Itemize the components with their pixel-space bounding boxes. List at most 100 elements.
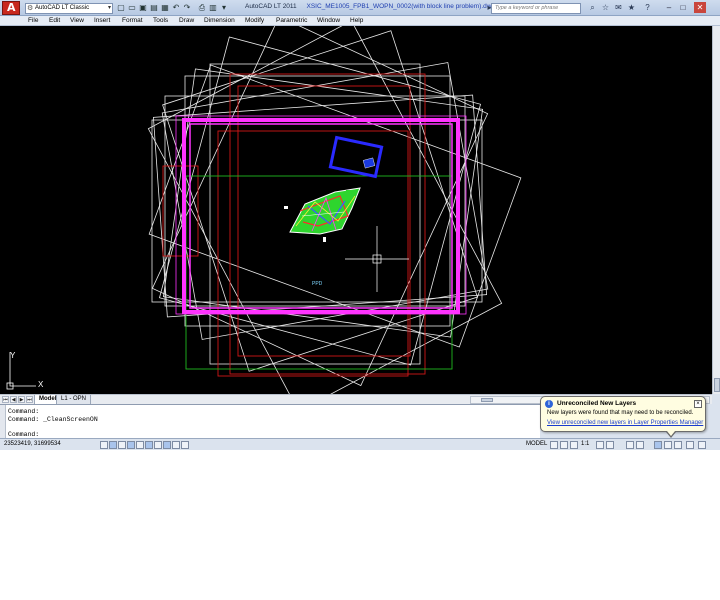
plot-icon[interactable]: ▦ [160,3,170,13]
lineweight-icon[interactable] [172,441,180,449]
print-icon[interactable]: ⎙ [197,3,207,13]
last-tab-icon[interactable]: ⏭ [26,396,33,403]
polar-icon[interactable] [127,441,135,449]
layer-properties-link[interactable]: View unreconciled new layers in Layer Pr… [547,420,703,426]
tray-settings-icon[interactable] [664,441,672,449]
prev-tab-icon[interactable]: ◀ [10,396,17,403]
chevron-down-icon: ▾ [107,5,111,11]
app-name: AutoCAD LT 2011 [245,3,297,10]
site-plan-mark-1 [284,206,288,209]
menu-dimension[interactable]: Dimension [204,16,235,26]
ducs-icon[interactable] [154,441,162,449]
status-menu-icon[interactable] [698,441,706,449]
balloon-tail-fill [667,431,675,436]
balloon-title: Unreconciled New Layers [557,400,637,407]
coordinates-readout[interactable]: 23523419, 31699534 [4,441,61,447]
drawing-area[interactable]: PPD Y X [0,26,720,394]
menu-format[interactable]: Format [122,16,143,26]
red-frame-4 [162,165,199,257]
properties-icon[interactable]: ▥ [208,3,218,13]
drawing-svg: PPD Y X [6,26,522,394]
ortho-icon[interactable] [118,441,126,449]
customize-icon[interactable]: ▾ [219,3,229,13]
menu-edit[interactable]: Edit [49,16,60,26]
first-tab-icon[interactable]: ⏮ [2,396,9,403]
small-plan-block [362,157,376,169]
otrack-icon[interactable] [145,441,153,449]
lock-icon[interactable] [636,441,644,449]
vertical-scroll-thumb[interactable] [714,378,720,392]
unreconciled-layers-balloon: i Unreconciled New Layers × New layers w… [540,396,706,438]
model-space-label[interactable]: MODEL [526,441,547,447]
crosshair-cursor [345,226,409,292]
osnap-icon[interactable] [136,441,144,449]
menu-view[interactable]: View [70,16,84,26]
grid-icon[interactable] [109,441,117,449]
drawing-label: PPD [312,281,323,287]
document-name: XSIC_ME1005_FPB1_WOPN_0002(with block li… [306,3,496,10]
ucs-icon: Y X [6,351,44,390]
command-line-grip[interactable] [0,405,6,439]
undo-icon[interactable]: ↶ [171,3,181,13]
save-as-icon[interactable]: ▤ [149,3,159,13]
horizontal-scroll-thumb[interactable] [481,398,493,402]
quick-view-drawings-icon[interactable] [560,441,568,449]
layer-notification-icon[interactable] [654,441,662,449]
command-prompt[interactable]: Command: [8,431,39,438]
close-button[interactable]: ✕ [694,2,706,13]
menu-bar: File Edit View Insert Format Tools Draw … [0,16,720,26]
annotation-visibility-icon[interactable] [596,441,604,449]
quick-view-layouts-icon[interactable] [550,441,558,449]
close-icon[interactable]: × [694,400,702,408]
menu-window[interactable]: Window [317,16,340,26]
menu-draw[interactable]: Draw [179,16,194,26]
save-icon[interactable]: ▣ [138,3,148,13]
search-icon[interactable]: ⌕ [587,2,598,13]
status-bar: 23523419, 31699534 MODEL 1:1 [0,438,720,450]
menu-tools[interactable]: Tools [153,16,168,26]
annotation-scale-value[interactable]: 1:1 [581,441,589,447]
clean-screen-icon[interactable] [686,441,694,449]
menu-modify[interactable]: Modify [245,16,264,26]
autocad-window: ⚙ AutoCAD LT Classic ▾ ▢ ▭ ▣ ▤ ▦ ↶ ↷ ⎙ ▥… [0,0,720,450]
new-file-icon[interactable]: ▢ [116,3,126,13]
dyn-icon[interactable] [163,441,171,449]
ucs-y-label: Y [10,351,16,360]
menu-insert[interactable]: Insert [94,16,110,26]
info-icon: i [545,400,553,408]
title-bar: ⚙ AutoCAD LT Classic ▾ ▢ ▭ ▣ ▤ ▦ ↶ ↷ ⎙ ▥… [0,0,720,16]
auto-scale-icon[interactable] [606,441,614,449]
site-plan-mark-2 [323,237,326,242]
annotation-scale-icon[interactable] [570,441,578,449]
workspace-switch-icon[interactable] [626,441,634,449]
favorites-icon[interactable]: ★ [626,2,637,13]
next-tab-icon[interactable]: ▶ [18,396,25,403]
communication-icon[interactable]: ✉ [613,2,624,13]
window-title: AutoCAD LT 2011 XSIC_ME1005_FPB1_WOPN_00… [245,3,495,10]
search-input[interactable]: Type a keyword or phrase [491,3,581,14]
help-icon[interactable]: ? [642,2,653,13]
quick-properties-icon[interactable] [181,441,189,449]
balloon-message: New layers were found that may need to b… [547,410,694,416]
site-plan-mark-3 [346,190,351,193]
site-plan [284,187,361,242]
workspace-label: AutoCAD LT Classic [35,5,90,11]
menu-help[interactable]: Help [350,16,363,26]
maximize-button[interactable]: □ [677,2,689,13]
minimize-button[interactable]: – [663,2,675,13]
snap-icon[interactable] [100,441,108,449]
application-menu-button[interactable] [2,1,20,15]
workspace-selector[interactable]: ⚙ AutoCAD LT Classic ▾ [25,3,113,14]
subscription-icon[interactable]: ☆ [600,2,611,13]
isolate-objects-icon[interactable] [674,441,682,449]
vertical-scrollbar[interactable] [712,26,720,394]
menu-parametric[interactable]: Parametric [276,16,307,26]
redo-icon[interactable]: ↷ [182,3,192,13]
command-line[interactable]: Command: Command: _CleanScreenON Command… [0,404,540,439]
ucs-x-label: X [38,380,44,389]
blue-viewport [328,135,384,179]
open-folder-icon[interactable]: ▭ [127,3,137,13]
command-history-2: Command: _CleanScreenON [8,416,98,423]
menu-file[interactable]: File [28,16,38,26]
command-history-1: Command: [8,408,40,415]
